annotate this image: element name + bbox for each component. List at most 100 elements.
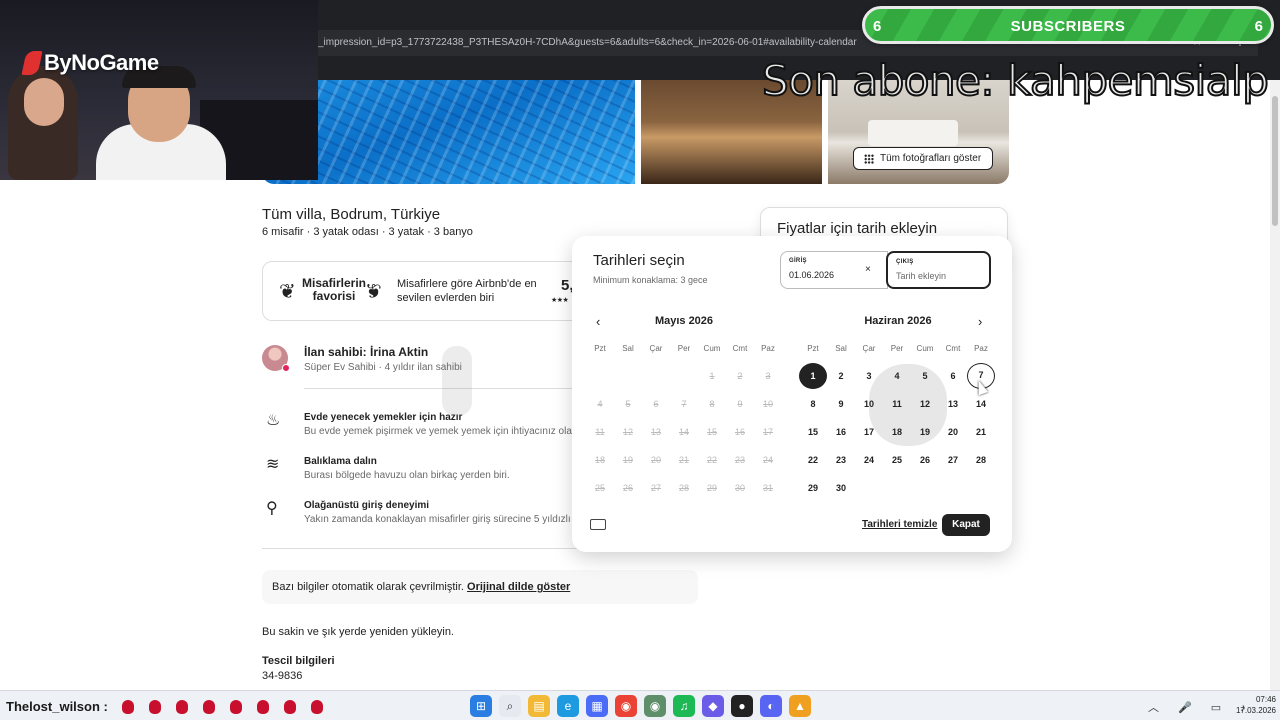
calendar-day: 19 xyxy=(622,455,633,465)
calendar-day[interactable]: 6 xyxy=(939,363,967,389)
show-all-photos-button[interactable]: Tüm fotoğrafları göster xyxy=(853,147,993,170)
chat-emote-icon xyxy=(230,700,242,714)
calendar-day: 12 xyxy=(622,427,633,437)
calendar-day: 6 xyxy=(653,399,659,409)
checkout-placeholder: Tarih ekleyin xyxy=(896,271,947,281)
store-icon[interactable]: ▦ xyxy=(586,695,608,717)
chevron-right-icon[interactable]: › xyxy=(978,314,982,329)
chat-emote-icon xyxy=(311,700,323,714)
chevron-left-icon[interactable]: ‹ xyxy=(596,314,600,329)
checkin-value: 01.06.2026 xyxy=(789,270,835,280)
clock[interactable]: 07:46 17.03.2026 xyxy=(1226,694,1276,716)
obs-icon[interactable]: ● xyxy=(731,695,753,717)
rating-stars: ★★★ xyxy=(551,297,569,304)
calendar-day[interactable]: 4 xyxy=(883,363,911,389)
feature-desc: Burası bölgede havuzu olan birkaç yerden… xyxy=(304,470,510,481)
discord-icon[interactable]: ◐ xyxy=(760,695,782,717)
chrome-profile-icon[interactable]: ◉ xyxy=(644,695,666,717)
close-button[interactable]: Kapat xyxy=(942,514,990,536)
calendar-day[interactable]: 20 xyxy=(939,419,967,445)
calendar-day: 26 xyxy=(622,483,633,493)
show-original-link[interactable]: Orijinal dilde göster xyxy=(467,581,570,593)
calendar-day[interactable]: 19 xyxy=(911,419,939,445)
scrollbar-thumb[interactable] xyxy=(1272,96,1278,226)
calendar-day: 9 xyxy=(737,399,743,409)
calendar-day[interactable]: 2 xyxy=(827,363,855,389)
calendar-day: 30 xyxy=(734,483,745,493)
logo-icon xyxy=(21,51,43,75)
grid-icon xyxy=(864,154,874,164)
weekday-label: Pzt xyxy=(594,344,606,353)
calendar-day: 3 xyxy=(765,371,771,381)
checkin-label: GİRİŞ xyxy=(789,258,807,264)
listing-subtitle: 6 misafir · 3 yatak odası · 3 yatak · 3 … xyxy=(262,226,473,238)
webcam-overlay: ByNoGame xyxy=(0,0,318,180)
keyboard-icon[interactable] xyxy=(590,519,606,530)
search-icon[interactable]: ⌕ xyxy=(499,695,521,717)
host-name: İlan sahibi: İrina Aktin xyxy=(304,345,429,359)
calendar-day[interactable]: 15 xyxy=(799,419,827,445)
calendar-day: 4 xyxy=(597,399,603,409)
calendar-day: 16 xyxy=(734,427,745,437)
calendar-day[interactable]: 1 xyxy=(799,363,827,389)
clock-date: 17.03.2026 xyxy=(1235,706,1276,715)
calendar-day[interactable]: 11 xyxy=(883,391,911,417)
chat-emote-icon xyxy=(122,700,134,714)
calendar-day[interactable]: 25 xyxy=(883,447,911,473)
calendar-day[interactable]: 16 xyxy=(827,419,855,445)
windows-icon[interactable]: ⊞ xyxy=(470,695,492,717)
clear-checkin-icon[interactable]: × xyxy=(865,264,871,275)
calendar-day: 13 xyxy=(650,427,661,437)
calendar-day[interactable]: 9 xyxy=(827,391,855,417)
calendar-day[interactable]: 27 xyxy=(939,447,967,473)
show-all-photos-label: Tüm fotoğrafları göster xyxy=(880,153,982,164)
translation-notice: Bazı bilgiler otomatik olarak çevrilmişt… xyxy=(262,570,698,604)
feature-title: Olağanüstü giriş deneyimi xyxy=(304,500,430,511)
calendar-day[interactable]: 22 xyxy=(799,447,827,473)
chrome-icon[interactable]: ◉ xyxy=(615,695,637,717)
subscribers-count-right: 6 xyxy=(1254,18,1263,35)
chat-separator: : xyxy=(103,699,108,714)
calendar-day[interactable]: 24 xyxy=(855,447,883,473)
calendar-day[interactable]: 26 xyxy=(911,447,939,473)
weekday-label: Pzt xyxy=(807,344,819,353)
calendar-day[interactable]: 30 xyxy=(827,475,855,501)
taskbar-apps: ⊞ ⌕ ▤ e ▦ ◉ ◉ ♫ ◆ ● ◐ ▲ xyxy=(470,695,818,717)
logo-text: ByNoGame xyxy=(44,50,159,75)
calendar-day: 25 xyxy=(594,483,605,493)
weekday-label: Per xyxy=(890,344,904,353)
calendar-day[interactable]: 18 xyxy=(883,419,911,445)
feature-desc: Yakın zamanda konaklayan misafirler giri… xyxy=(304,514,574,525)
calendar-day: 5 xyxy=(625,399,631,409)
checkin-field[interactable]: GİRİŞ 01.06.2026 × xyxy=(780,251,888,289)
edge-icon[interactable]: e xyxy=(557,695,579,717)
calendar-day[interactable]: 3 xyxy=(855,363,883,389)
calendar-day[interactable]: 17 xyxy=(855,419,883,445)
calendar-day[interactable]: 14 xyxy=(967,391,995,417)
calendar-day: 28 xyxy=(678,483,689,493)
calendar-day: 20 xyxy=(650,455,661,465)
calendar-day[interactable]: 21 xyxy=(967,419,995,445)
calendar-day[interactable]: 28 xyxy=(967,447,995,473)
calendar-day[interactable]: 10 xyxy=(855,391,883,417)
file-explorer-icon[interactable]: ▤ xyxy=(528,695,550,717)
chat-emote-icon xyxy=(149,700,161,714)
chat-emote-icon xyxy=(284,700,296,714)
calendar-day: 15 xyxy=(706,427,717,437)
app-icon[interactable]: ◆ xyxy=(702,695,724,717)
calendar-day[interactable]: 12 xyxy=(911,391,939,417)
calendar-day[interactable]: 23 xyxy=(827,447,855,473)
date-picker-popup: Tarihleri seçin Minimum konaklama: 3 gec… xyxy=(442,236,1012,552)
clear-dates-button[interactable]: Tarihleri temizle xyxy=(862,519,937,530)
app2-icon[interactable]: ▲ xyxy=(789,695,811,717)
spotify-icon[interactable]: ♫ xyxy=(673,695,695,717)
pool-icon: ≋ xyxy=(266,456,280,473)
calendar-day[interactable]: 5 xyxy=(911,363,939,389)
calendar-day[interactable]: 8 xyxy=(799,391,827,417)
calendar-title: Tarihleri seçin xyxy=(593,252,685,269)
calendar-day: 22 xyxy=(706,455,717,465)
checkout-field[interactable]: ÇIKIŞ Tarih ekleyin xyxy=(886,251,991,289)
calendar-day[interactable]: 29 xyxy=(799,475,827,501)
month-title-may: Mayıs 2026 xyxy=(654,315,714,327)
calendar-day[interactable]: 13 xyxy=(939,391,967,417)
